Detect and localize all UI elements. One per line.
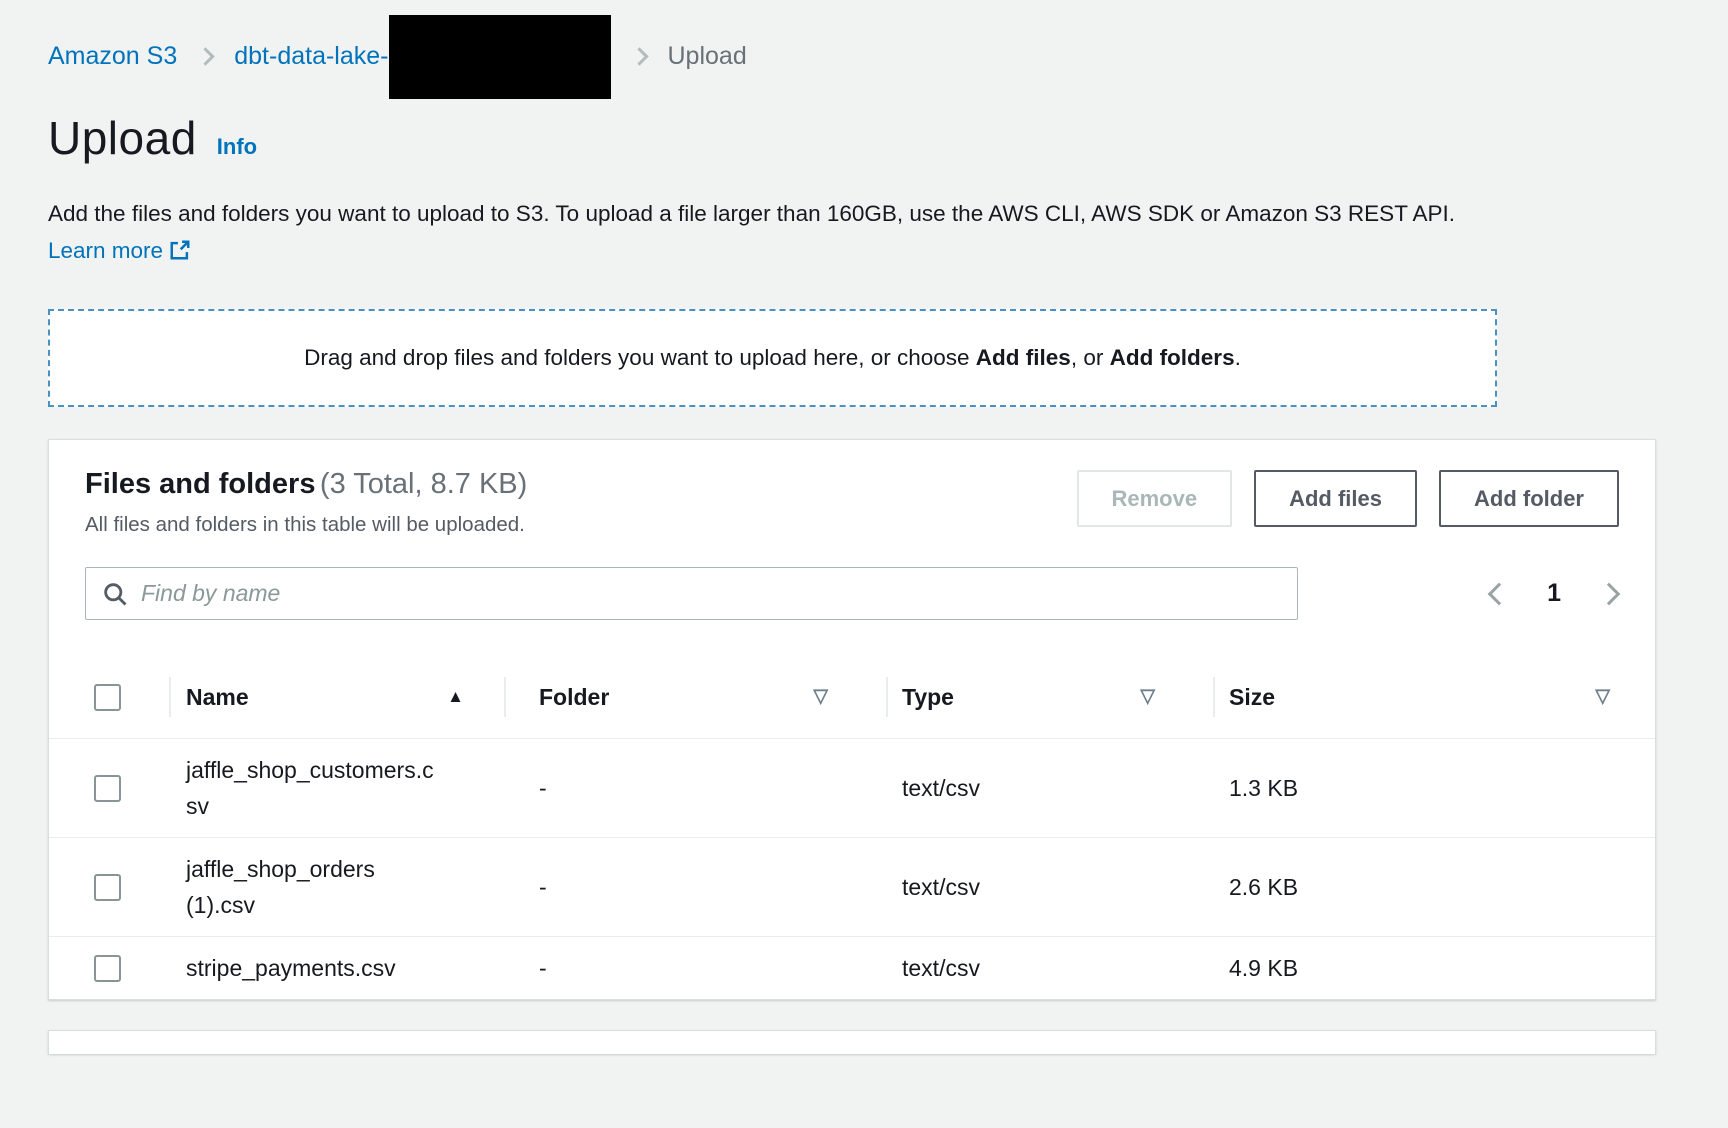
add-files-button[interactable]: Add files xyxy=(1254,470,1417,527)
files-and-folders-panel: Files and folders (3 Total, 8.7 KB) All … xyxy=(48,439,1656,1000)
column-header-type[interactable]: Type ▽ xyxy=(886,656,1213,739)
file-type: text/csv xyxy=(886,739,1213,838)
chevron-right-icon xyxy=(630,47,648,65)
page-description: Add the files and folders you want to up… xyxy=(48,195,1496,269)
file-name: jaffle_shop_customers.csv xyxy=(186,752,441,824)
file-name: jaffle_shop_orders (1).csv xyxy=(186,851,441,923)
current-page-number[interactable]: 1 xyxy=(1547,579,1561,608)
sort-descending-icon: ▽ xyxy=(1140,680,1155,714)
external-link-icon xyxy=(169,239,191,261)
breadcrumb-bucket-link[interactable]: dbt-data-lake- xyxy=(234,42,610,71)
pagination: 1 xyxy=(1491,579,1619,608)
learn-more-link[interactable]: Learn more xyxy=(48,238,191,263)
file-type: text/csv xyxy=(886,838,1213,937)
file-name: stripe_payments.csv xyxy=(186,950,441,986)
chevron-right-icon xyxy=(197,47,215,65)
table-header-row: Name ▲ Folder ▽ Type ▽ Size ▽ xyxy=(49,656,1655,739)
name-column-label: Name xyxy=(186,680,249,714)
file-folder: - xyxy=(504,838,886,937)
drag-drop-upload-area[interactable]: Drag and drop files and folders you want… xyxy=(48,309,1497,407)
breadcrumb-amazon-s3-link[interactable]: Amazon S3 xyxy=(48,42,177,71)
s3-upload-page: Amazon S3 dbt-data-lake- Upload Upload I… xyxy=(0,0,1728,1054)
select-all-checkbox[interactable] xyxy=(94,684,121,711)
search-box[interactable] xyxy=(85,567,1298,620)
table-row: jaffle_shop_customers.csv - text/csv 1.3… xyxy=(49,739,1655,838)
dropzone-text: Drag and drop files and folders you want… xyxy=(304,345,1241,371)
page-header: Upload Info xyxy=(48,111,1656,165)
description-text: Add the files and folders you want to up… xyxy=(48,201,1455,226)
page-title: Upload xyxy=(48,111,197,165)
breadcrumb-bucket-label[interactable]: dbt-data-lake- xyxy=(234,42,388,71)
file-size: 4.9 KB xyxy=(1213,937,1655,1000)
panel-count-summary: (3 Total, 8.7 KB) xyxy=(320,468,527,500)
row-checkbox[interactable] xyxy=(94,955,121,982)
column-header-name[interactable]: Name ▲ xyxy=(169,656,504,739)
add-folder-button[interactable]: Add folder xyxy=(1439,470,1619,527)
file-size: 1.3 KB xyxy=(1213,739,1655,838)
search-row: 1 xyxy=(85,567,1619,620)
type-column-label: Type xyxy=(902,680,954,714)
sort-descending-icon: ▽ xyxy=(813,680,828,714)
table-row: jaffle_shop_orders (1).csv - text/csv 2.… xyxy=(49,838,1655,937)
next-panel-partial xyxy=(48,1030,1656,1054)
panel-subtitle: All files and folders in this table will… xyxy=(85,513,527,537)
panel-actions: Remove Add files Add folder xyxy=(1077,470,1620,527)
sort-descending-icon: ▽ xyxy=(1595,680,1610,714)
select-all-header xyxy=(49,656,169,739)
sort-ascending-icon: ▲ xyxy=(447,680,464,714)
file-folder: - xyxy=(504,739,886,838)
next-page-button[interactable] xyxy=(1598,582,1621,605)
folder-column-label: Folder xyxy=(539,680,609,714)
size-column-label: Size xyxy=(1229,680,1275,714)
info-link[interactable]: Info xyxy=(217,134,257,160)
panel-title-block: Files and folders (3 Total, 8.7 KB) All … xyxy=(85,468,527,537)
breadcrumb: Amazon S3 dbt-data-lake- Upload xyxy=(48,0,1656,71)
redaction-box xyxy=(389,15,611,99)
files-table: Name▲ Folder▽ Type▽ Size▽ jaffle_s xyxy=(49,656,1655,999)
previous-page-button[interactable] xyxy=(1488,582,1511,605)
column-header-size[interactable]: Size ▽ xyxy=(1213,656,1655,739)
row-checkbox[interactable] xyxy=(94,874,121,901)
file-folder: - xyxy=(504,937,886,1000)
search-input[interactable] xyxy=(141,580,1282,607)
file-size: 2.6 KB xyxy=(1213,838,1655,937)
panel-title: Files and folders xyxy=(85,468,315,500)
row-checkbox[interactable] xyxy=(94,775,121,802)
remove-button[interactable]: Remove xyxy=(1077,470,1233,527)
file-type: text/csv xyxy=(886,937,1213,1000)
search-icon xyxy=(101,580,129,608)
column-header-folder[interactable]: Folder ▽ xyxy=(504,656,886,739)
table-row: stripe_payments.csv - text/csv 4.9 KB xyxy=(49,937,1655,1000)
breadcrumb-current-page: Upload xyxy=(668,42,747,71)
learn-more-label: Learn more xyxy=(48,238,163,263)
